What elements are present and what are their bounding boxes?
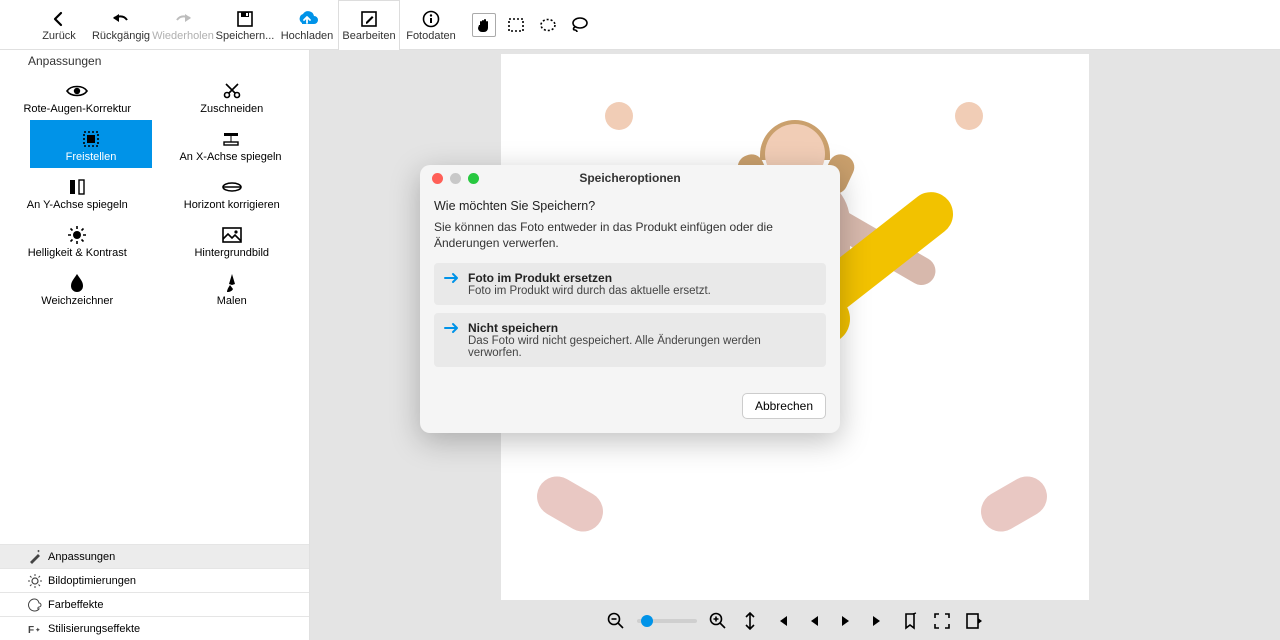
prev-page-button[interactable] <box>803 610 825 632</box>
sidebar-tabs: Anpassungen Bildoptimierungen Farbeffekt… <box>0 544 309 640</box>
edit-label: Bearbeiten <box>342 30 395 42</box>
upload-button[interactable]: Hochladen <box>276 0 338 50</box>
palette-icon <box>28 598 42 612</box>
cutout-icon <box>81 129 101 149</box>
back-label: Zurück <box>42 30 76 42</box>
save-icon <box>236 8 254 30</box>
first-page-button[interactable] <box>771 610 793 632</box>
wand-icon <box>28 550 42 564</box>
option-replace[interactable]: Foto im Produkt ersetzen Foto im Produkt… <box>434 263 826 305</box>
brush-icon <box>225 273 239 293</box>
close-window-button[interactable] <box>432 173 443 184</box>
tab-optimize[interactable]: Bildoptimierungen <box>0 568 309 592</box>
sidebar: Anpassungen Rote-Augen-Korrektur Zuschne… <box>0 50 310 640</box>
option-discard-desc: Das Foto wird nicht gespeichert. Alle Än… <box>468 335 816 359</box>
cloud-upload-icon <box>296 8 318 30</box>
sidebar-title: Anpassungen <box>0 50 309 72</box>
save-button[interactable]: Speichern... <box>214 0 276 50</box>
redo-button: Wiederholen <box>152 0 214 50</box>
arrow-right-icon <box>444 322 460 334</box>
svg-text:F: F <box>28 625 34 636</box>
image-icon <box>222 225 242 245</box>
tool-redeye[interactable]: Rote-Augen-Korrektur <box>0 72 155 120</box>
tool-flipy[interactable]: An Y-Achse spiegeln <box>0 168 155 216</box>
fit-height-button[interactable] <box>739 610 761 632</box>
zoom-thumb[interactable] <box>641 615 653 627</box>
back-button[interactable]: Zurück <box>28 0 90 50</box>
dialog-description: Sie können das Foto entweder in das Prod… <box>434 219 826 251</box>
horizon-icon <box>221 177 243 197</box>
undo-icon <box>111 8 131 30</box>
tool-crop[interactable]: Zuschneiden <box>155 72 310 120</box>
edit-button[interactable]: Bearbeiten <box>338 0 400 50</box>
ellipse-select-tool[interactable] <box>536 13 560 37</box>
tool-brightness[interactable]: Helligkeit & Kontrast <box>0 216 155 264</box>
edit-icon <box>360 8 378 30</box>
arrow-right-icon <box>444 272 460 284</box>
selection-tools <box>468 5 592 45</box>
zoom-slider[interactable] <box>637 619 697 623</box>
dialog-question: Wie möchten Sie Speichern? <box>434 199 826 213</box>
top-toolbar: Zurück Rückgängig Wiederholen Speichern.… <box>0 0 1280 50</box>
photodata-label: Fotodaten <box>406 30 456 42</box>
upload-label: Hochladen <box>281 30 334 42</box>
undo-label: Rückgängig <box>92 30 150 42</box>
scissors-icon <box>222 81 242 101</box>
brightness-icon <box>67 225 87 245</box>
zoom-window-button[interactable] <box>468 173 479 184</box>
tool-paint[interactable]: Malen <box>155 264 310 312</box>
tool-grid: Rote-Augen-Korrektur Zuschneiden Freiste… <box>0 72 309 544</box>
option-discard[interactable]: Nicht speichern Das Foto wird nicht gesp… <box>434 313 826 367</box>
undo-button[interactable]: Rückgängig <box>90 0 152 50</box>
tool-flipx[interactable]: An X-Achse spiegeln <box>152 120 309 168</box>
tool-horizon[interactable]: Horizont korrigieren <box>155 168 310 216</box>
photodata-button[interactable]: Fotodaten <box>400 0 462 50</box>
cancel-button[interactable]: Abbrechen <box>742 393 826 419</box>
flip-x-icon <box>220 129 242 149</box>
fx-icon: F <box>28 622 42 636</box>
tab-coloreffects[interactable]: Farbeffekte <box>0 592 309 616</box>
chevron-left-icon <box>51 8 67 30</box>
option-replace-desc: Foto im Produkt wird durch das aktuelle … <box>468 285 816 297</box>
save-label: Speichern... <box>216 30 275 42</box>
redo-icon <box>173 8 193 30</box>
save-options-dialog: Speicheroptionen Wie möchten Sie Speiche… <box>420 165 840 433</box>
lasso-select-tool[interactable] <box>568 13 592 37</box>
tab-adjustments[interactable]: Anpassungen <box>0 544 309 568</box>
option-replace-title: Foto im Produkt ersetzen <box>468 271 816 285</box>
export-button[interactable] <box>963 610 985 632</box>
viewer-toolbar <box>310 604 1280 638</box>
dialog-titlebar[interactable]: Speicheroptionen <box>420 165 840 191</box>
eye-icon <box>66 81 88 101</box>
redo-label: Wiederholen <box>152 30 214 42</box>
tool-blur[interactable]: Weichzeichner <box>0 264 155 312</box>
rect-select-tool[interactable] <box>504 13 528 37</box>
zoom-in-button[interactable] <box>707 610 729 632</box>
fullscreen-button[interactable] <box>931 610 953 632</box>
flip-y-icon <box>68 177 86 197</box>
bookmark-button[interactable] <box>899 610 921 632</box>
drop-icon <box>70 273 84 293</box>
sun-icon <box>28 574 42 588</box>
tool-background[interactable]: Hintergrundbild <box>155 216 310 264</box>
info-icon <box>422 8 440 30</box>
zoom-out-button[interactable] <box>605 610 627 632</box>
hand-tool[interactable] <box>472 13 496 37</box>
minimize-window-button <box>450 173 461 184</box>
tool-cutout[interactable]: Freistellen <box>30 120 152 168</box>
next-page-button[interactable] <box>835 610 857 632</box>
last-page-button[interactable] <box>867 610 889 632</box>
option-discard-title: Nicht speichern <box>468 321 816 335</box>
tab-stylize[interactable]: F Stilisierungseffekte <box>0 616 309 640</box>
dialog-title: Speicheroptionen <box>420 171 840 185</box>
